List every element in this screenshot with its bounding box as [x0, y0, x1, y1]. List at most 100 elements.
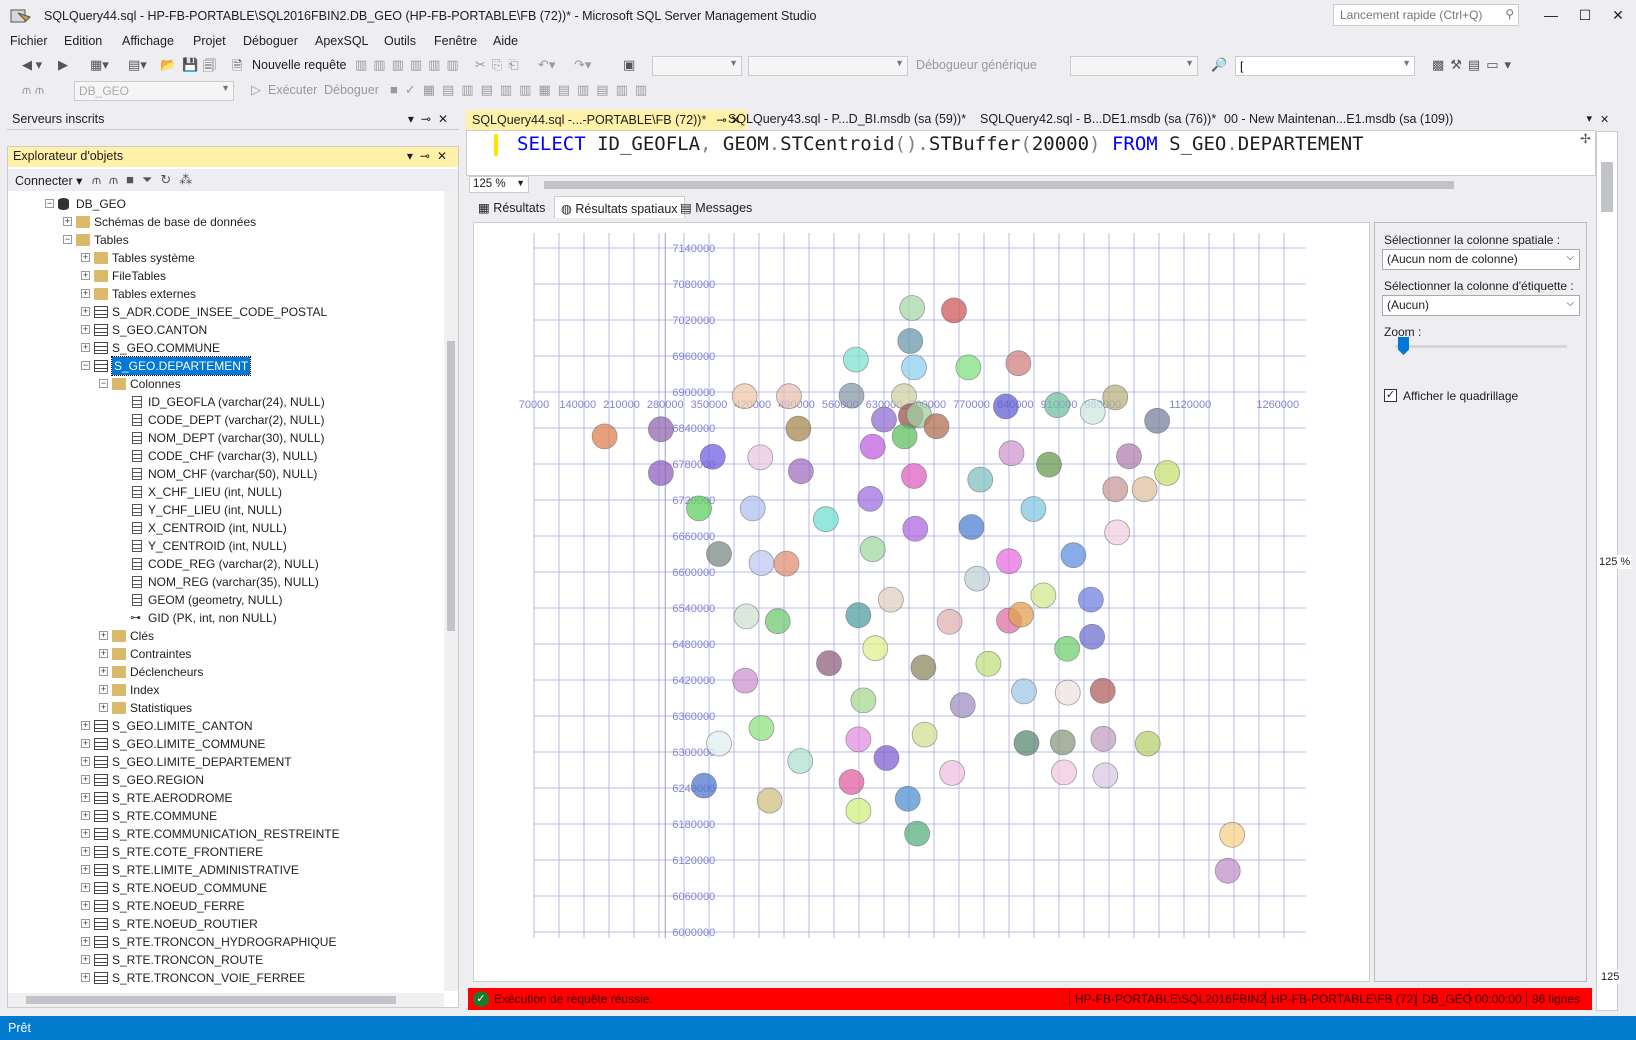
result-tab[interactable]: ▤ Messages — [674, 196, 758, 218]
tree-node[interactable]: Y_CENTROID (int, NULL) — [8, 537, 438, 555]
menu-item[interactable]: Outils — [384, 34, 416, 48]
department-buffer-shape[interactable] — [862, 635, 889, 662]
tree-node[interactable]: + S_GEO.COMMUNE — [8, 339, 438, 357]
department-buffer-shape[interactable] — [1090, 725, 1117, 752]
department-buffer-shape[interactable] — [647, 460, 674, 486]
database-combo[interactable]: DB_GEO ▼ — [74, 81, 234, 101]
department-buffer-shape[interactable] — [1049, 729, 1076, 756]
tree-node[interactable]: − S_GEO.DEPARTEMENT — [8, 356, 438, 376]
department-buffer-shape[interactable] — [731, 383, 758, 410]
tree-node[interactable]: + Tables système — [8, 249, 438, 267]
department-buffer-shape[interactable] — [1219, 821, 1246, 848]
tree-node[interactable]: + Index — [8, 681, 438, 699]
department-buffer-shape[interactable] — [706, 730, 732, 757]
department-buffer-shape[interactable] — [1144, 407, 1171, 434]
sql-editor[interactable]: SELECT ID_GEOFLA, GEOM.STCentroid().STBu… — [466, 130, 1596, 176]
expand-icon[interactable]: + — [81, 955, 90, 964]
tree-node[interactable]: + S_RTE.NOEUD_COMMUNE — [8, 879, 438, 897]
new-query-icon[interactable]: 🗎 — [232, 57, 242, 79]
department-buffer-shape[interactable] — [691, 772, 717, 799]
expand-icon[interactable]: + — [81, 811, 90, 820]
activity-icon[interactable]: ▣ — [623, 57, 635, 73]
department-buffer-shape[interactable] — [939, 760, 966, 786]
document-tab[interactable]: 00 - New Maintenan...E1.msdb (sa (109)) — [1218, 110, 1459, 130]
sql-query-line[interactable]: SELECT ID_GEOFLA, GEOM.STCentroid().STBu… — [517, 133, 1364, 155]
editor-zoom-combo[interactable]: 125 % ▼ — [469, 176, 529, 193]
label-column-select[interactable]: (Aucun) ⌵ — [1382, 295, 1580, 316]
expand-icon[interactable]: + — [81, 307, 90, 316]
expand-icon[interactable]: + — [81, 739, 90, 748]
expand-icon[interactable]: + — [63, 217, 72, 226]
department-buffer-shape[interactable] — [1060, 542, 1087, 569]
connect-icons[interactable]: ⫙⫙ — [22, 82, 48, 98]
tree-node[interactable]: − Colonnes — [8, 375, 438, 393]
result-tab[interactable]: ▦ Résultats — [472, 196, 551, 218]
secondary-zoom-a[interactable]: 125 % — [1598, 555, 1632, 569]
spatial-column-select[interactable]: (Aucun nom de colonne) ⌵ — [1382, 249, 1580, 270]
tree-node[interactable]: NOM_REG (varchar(35), NULL) — [8, 573, 438, 591]
department-buffer-shape[interactable] — [748, 550, 775, 576]
department-buffer-shape[interactable] — [764, 608, 791, 635]
department-buffer-shape[interactable] — [901, 354, 927, 381]
expand-icon[interactable]: + — [81, 253, 90, 262]
tree-node[interactable]: + Schémas de base de données — [8, 213, 438, 231]
department-buffer-shape[interactable] — [845, 726, 872, 753]
department-buffer-shape[interactable] — [1051, 759, 1077, 786]
expand-icon[interactable]: + — [81, 847, 90, 856]
expand-icon[interactable]: + — [81, 901, 90, 910]
debug-button[interactable]: Déboguer — [324, 83, 379, 97]
tree-node[interactable]: + S_RTE.LIMITE_ADMINISTRATIVE — [8, 861, 438, 879]
panel-controls[interactable]: ▾⊸✕ — [407, 149, 454, 163]
tree-node[interactable]: − Tables — [8, 231, 438, 249]
tree-node[interactable]: Y_CHF_LIEU (int, NULL) — [8, 501, 438, 519]
tree-node[interactable]: + S_RTE.TRONCON_HYDROGRAPHIQUE — [8, 933, 438, 951]
department-buffer-shape[interactable] — [899, 295, 926, 321]
department-buffer-shape[interactable] — [756, 787, 783, 814]
department-buffer-shape[interactable] — [1007, 601, 1034, 628]
department-buffer-shape[interactable] — [975, 650, 1002, 677]
save-all-icon[interactable]: 🗐 — [203, 57, 216, 79]
config-combo[interactable]: ▼ — [652, 56, 742, 76]
zoom-slider[interactable] — [1395, 345, 1567, 348]
collapse-icon[interactable]: − — [63, 235, 72, 244]
tree-node[interactable]: ⊶ GID (PK, int, non NULL) — [8, 609, 438, 627]
tree-node[interactable]: NOM_CHF (varchar(50), NULL) — [8, 465, 438, 483]
tree-node[interactable]: + Tables externes — [8, 285, 438, 303]
department-buffer-shape[interactable] — [859, 536, 886, 563]
department-buffer-shape[interactable] — [949, 692, 976, 719]
department-buffer-shape[interactable] — [706, 541, 732, 567]
tree-node[interactable]: X_CHF_LIEU (int, NULL) — [8, 483, 438, 501]
execute-button[interactable]: Exécuter — [268, 83, 317, 97]
department-buffer-shape[interactable] — [857, 485, 884, 512]
menu-item[interactable]: Edition — [64, 34, 102, 48]
department-buffer-shape[interactable] — [1092, 762, 1119, 789]
expand-icon[interactable]: + — [81, 343, 90, 352]
save-icon[interactable]: 💾 — [182, 57, 198, 73]
department-buffer-shape[interactable] — [1044, 392, 1071, 419]
department-buffer-shape[interactable] — [877, 586, 904, 613]
split-icon[interactable]: ✢ — [1580, 131, 1591, 147]
department-buffer-shape[interactable] — [1077, 586, 1104, 613]
vertical-scrollbar[interactable] — [444, 191, 458, 991]
department-buffer-shape[interactable] — [1104, 519, 1131, 546]
tree-node[interactable]: + Statistiques — [8, 699, 438, 717]
expand-icon[interactable]: + — [81, 289, 90, 298]
department-buffer-shape[interactable] — [732, 667, 759, 694]
collapse-icon[interactable]: − — [45, 199, 54, 208]
document-tab[interactable]: SQLQuery44.sql -...-PORTABLE\FB (72))* ⊸ … — [466, 110, 747, 130]
department-buffer-shape[interactable] — [1102, 384, 1129, 411]
back-icon[interactable]: ◀ ▾ — [22, 57, 42, 73]
department-buffer-shape[interactable] — [859, 433, 886, 460]
scroll-thumb[interactable] — [1601, 162, 1613, 212]
department-buffer-shape[interactable] — [816, 650, 842, 677]
quick-launch-input[interactable]: Lancement rapide (Ctrl+Q) ⚲ — [1333, 4, 1519, 26]
department-buffer-shape[interactable] — [871, 406, 897, 433]
add-item-icon[interactable]: ▤▾ — [128, 57, 147, 73]
tree-node[interactable]: + S_RTE.AERODROME — [8, 789, 438, 807]
tree-node[interactable]: + S_RTE.TRONCON_VOIE_FERREE — [8, 969, 438, 987]
tree-node[interactable]: + S_GEO.LIMITE_COMMUNE — [8, 735, 438, 753]
department-buffer-shape[interactable] — [910, 654, 937, 681]
expand-icon[interactable]: + — [99, 631, 108, 640]
menu-item[interactable]: Aide — [493, 34, 518, 48]
department-buffer-shape[interactable] — [1214, 857, 1241, 884]
